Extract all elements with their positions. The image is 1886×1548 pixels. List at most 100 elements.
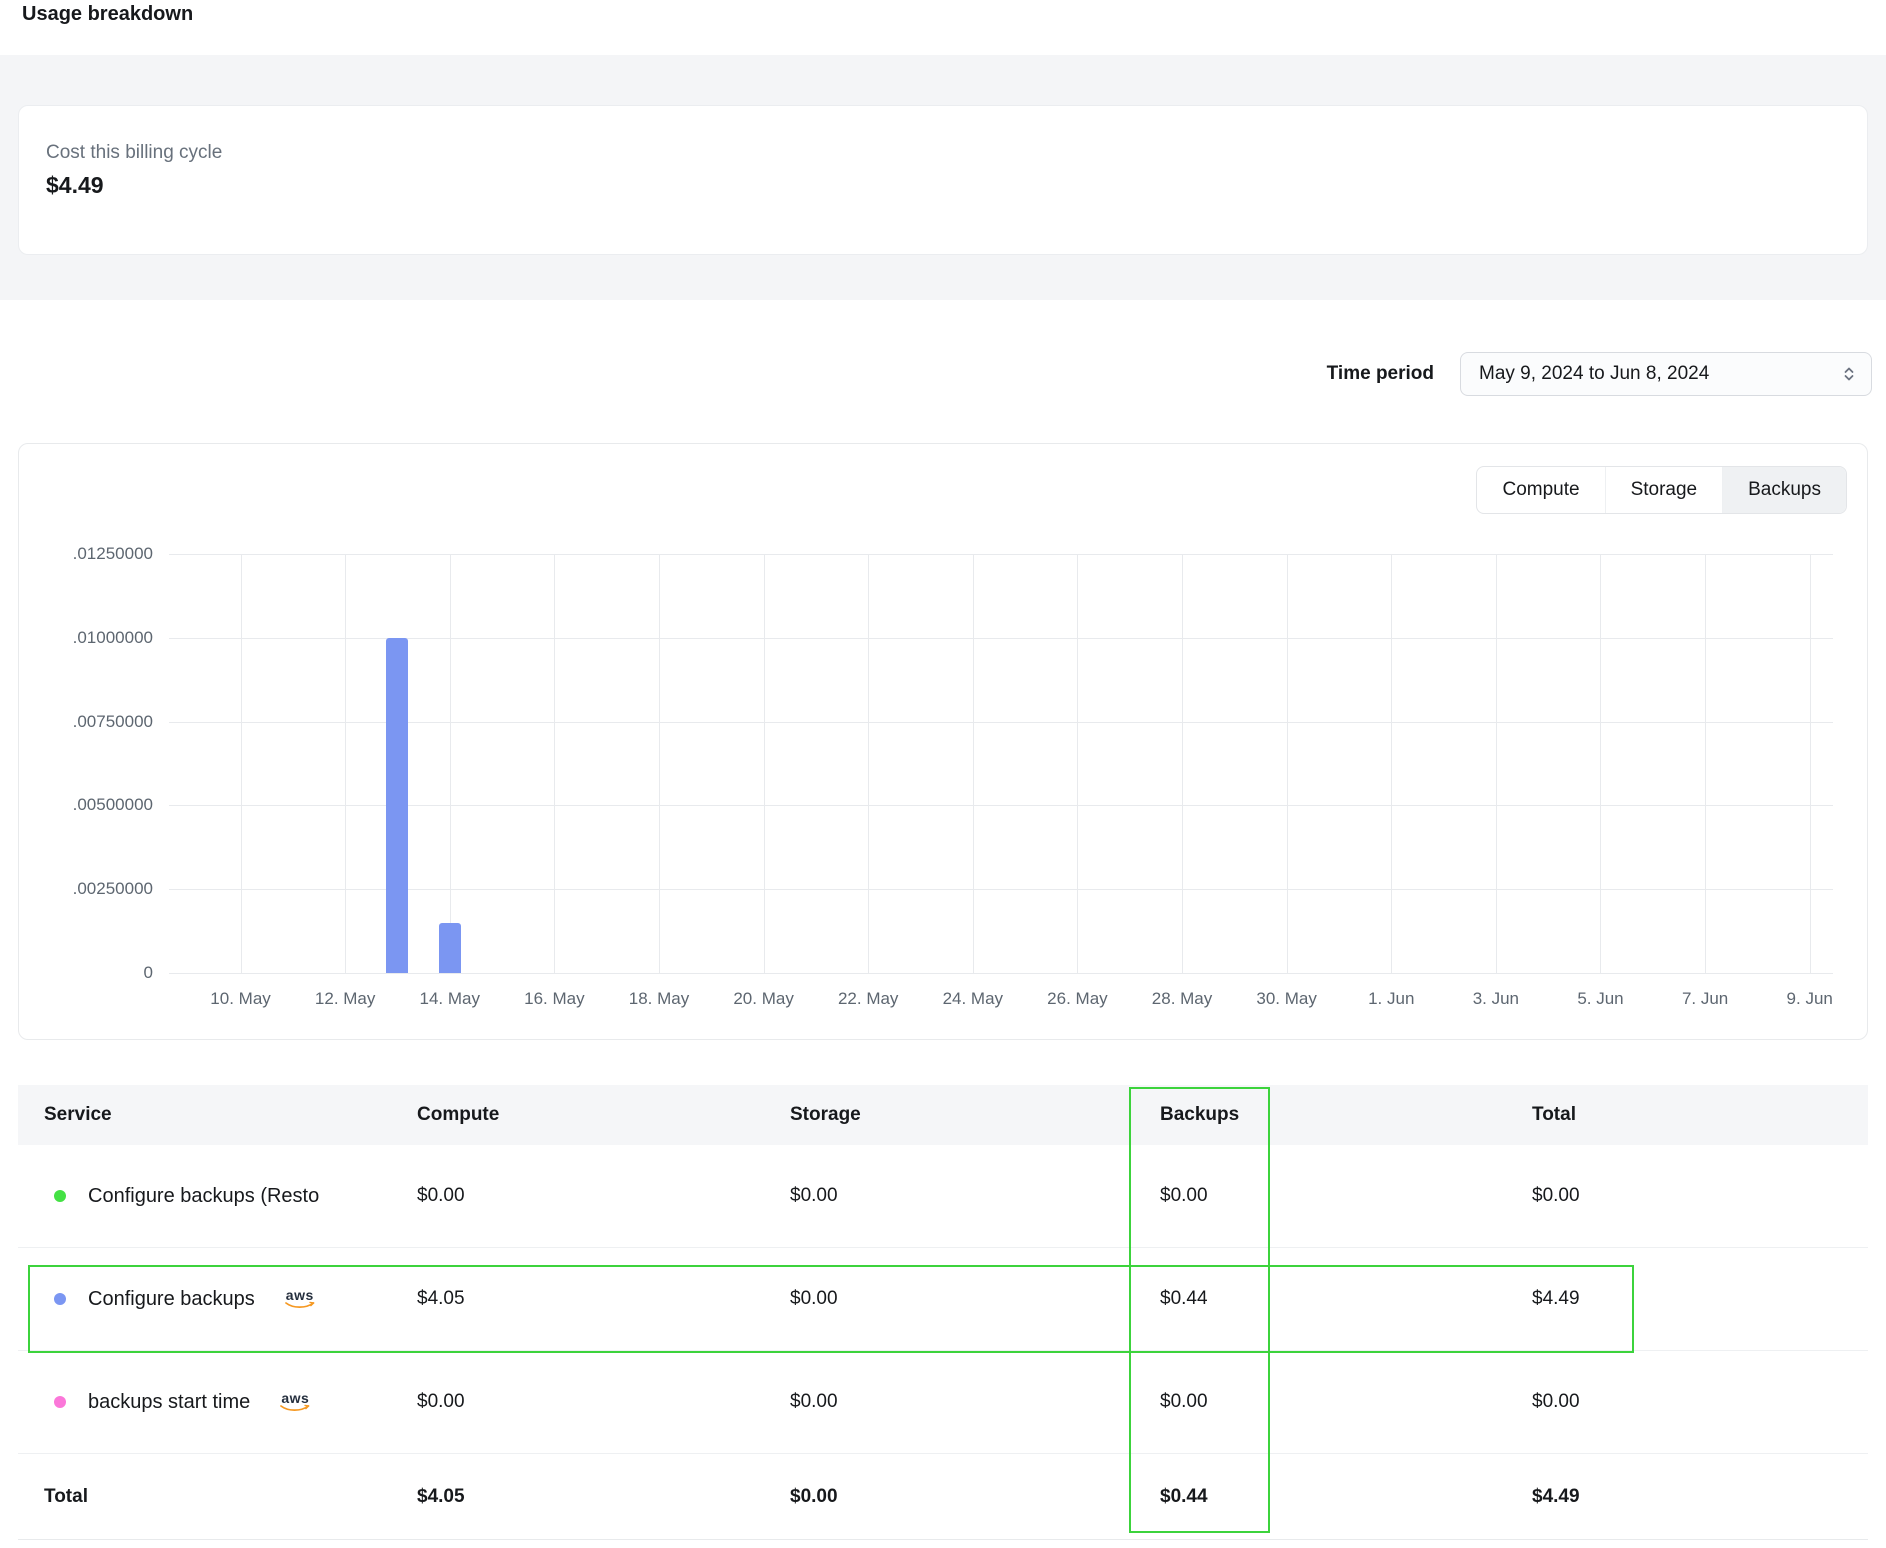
v-gridline xyxy=(1287,554,1288,973)
y-axis-tick: .01000000 xyxy=(19,628,153,648)
cell-compute: $0.00 xyxy=(417,1391,790,1413)
usage-chart-card: Compute Storage Backups .01250000 .010000… xyxy=(18,443,1868,1040)
v-gridline xyxy=(1496,554,1497,973)
v-gridline xyxy=(450,554,451,973)
total-storage: $0.00 xyxy=(790,1486,1160,1508)
aws-logo-text: aws xyxy=(286,1288,314,1302)
usage-table: Service Compute Storage Backups Total Co… xyxy=(18,1085,1868,1540)
x-axis-tick: 26. May xyxy=(1047,989,1107,1009)
chart-metric-tabs: Compute Storage Backups xyxy=(1476,466,1847,514)
chart-y-axis: .01250000.01000000.00750000.00500000.002… xyxy=(19,554,153,973)
x-axis-tick: 20. May xyxy=(733,989,793,1009)
service-cell: Configure backups (Resto xyxy=(18,1185,417,1208)
billing-summary-band: Cost this billing cycle $4.49 xyxy=(0,55,1886,300)
service-name: Configure backups (Resto xyxy=(88,1185,319,1208)
x-axis-tick: 10. May xyxy=(210,989,270,1009)
x-axis-tick: 1. Jun xyxy=(1368,989,1414,1009)
series-dot xyxy=(54,1190,66,1202)
v-gridline xyxy=(1391,554,1392,973)
tab-storage[interactable]: Storage xyxy=(1605,467,1723,513)
y-axis-tick: 0 xyxy=(19,963,153,983)
cost-cycle-label: Cost this billing cycle xyxy=(46,142,222,164)
col-header-service: Service xyxy=(18,1104,417,1126)
h-gridline xyxy=(169,638,1833,639)
chart-bar xyxy=(386,638,408,973)
total-label: Total xyxy=(18,1486,417,1508)
x-axis-tick: 12. May xyxy=(315,989,375,1009)
v-gridline xyxy=(659,554,660,973)
cell-backups: $0.00 xyxy=(1160,1391,1532,1413)
aws-logo: aws xyxy=(285,1288,315,1310)
service-name: Configure backups xyxy=(88,1288,255,1311)
table-row: Configure backups aws $4.05 $0.00 $0.44 … xyxy=(18,1248,1868,1351)
time-period-select[interactable]: May 9, 2024 to Jun 8, 2024 xyxy=(1460,352,1872,396)
cell-backups: $0.00 xyxy=(1160,1185,1532,1207)
x-axis-tick: 9. Jun xyxy=(1787,989,1833,1009)
cost-cycle-value: $4.49 xyxy=(46,172,104,199)
aws-smile-icon xyxy=(280,1404,310,1413)
x-axis-tick: 3. Jun xyxy=(1473,989,1519,1009)
h-gridline xyxy=(169,554,1833,555)
select-chevrons-icon xyxy=(1841,366,1857,382)
v-gridline xyxy=(1705,554,1706,973)
aws-logo-text: aws xyxy=(281,1391,309,1405)
tab-compute[interactable]: Compute xyxy=(1477,467,1604,513)
series-dot xyxy=(54,1396,66,1408)
tab-backups[interactable]: Backups xyxy=(1722,467,1846,513)
x-axis-tick: 5. Jun xyxy=(1577,989,1623,1009)
billing-cost-card: Cost this billing cycle $4.49 xyxy=(18,105,1868,255)
v-gridline xyxy=(554,554,555,973)
x-axis-tick: 28. May xyxy=(1152,989,1212,1009)
time-period-label: Time period xyxy=(1327,363,1434,385)
total-backups: $0.44 xyxy=(1160,1486,1532,1508)
y-axis-tick: .01250000 xyxy=(19,544,153,564)
y-axis-tick: .00750000 xyxy=(19,712,153,732)
v-gridline xyxy=(868,554,869,973)
page-title: Usage breakdown xyxy=(22,3,193,26)
v-gridline xyxy=(1810,554,1811,973)
h-gridline xyxy=(169,805,1833,806)
h-gridline xyxy=(169,889,1833,890)
cell-storage: $0.00 xyxy=(790,1391,1160,1413)
table-header: Service Compute Storage Backups Total xyxy=(18,1085,1868,1145)
col-header-storage: Storage xyxy=(790,1104,1160,1126)
x-axis-tick: 22. May xyxy=(838,989,898,1009)
x-axis-tick: 14. May xyxy=(420,989,480,1009)
v-gridline xyxy=(345,554,346,973)
chart-bar xyxy=(439,923,461,973)
series-dot xyxy=(54,1293,66,1305)
v-gridline xyxy=(1600,554,1601,973)
col-header-backups: Backups xyxy=(1160,1104,1532,1126)
table-row: backups start time aws $0.00 $0.00 $0.00… xyxy=(18,1351,1868,1454)
v-gridline xyxy=(764,554,765,973)
y-axis-tick: .00250000 xyxy=(19,879,153,899)
service-name: backups start time xyxy=(88,1391,250,1414)
col-header-compute: Compute xyxy=(417,1104,790,1126)
cell-backups: $0.44 xyxy=(1160,1288,1532,1310)
v-gridline xyxy=(1182,554,1183,973)
cell-storage: $0.00 xyxy=(790,1185,1160,1207)
x-axis-tick: 16. May xyxy=(524,989,584,1009)
v-gridline xyxy=(973,554,974,973)
x-axis-tick: 30. May xyxy=(1256,989,1316,1009)
aws-logo: aws xyxy=(280,1391,310,1413)
h-gridline xyxy=(169,722,1833,723)
table-total-row: Total $4.05 $0.00 $0.44 $4.49 xyxy=(18,1454,1868,1540)
x-axis-tick: 24. May xyxy=(943,989,1003,1009)
table-row: Configure backups (Resto $0.00 $0.00 $0.… xyxy=(18,1145,1868,1248)
x-axis-tick: 18. May xyxy=(629,989,689,1009)
service-cell: Configure backups aws xyxy=(18,1288,417,1311)
cell-total: $4.49 xyxy=(1532,1288,1868,1310)
aws-smile-icon xyxy=(285,1301,315,1310)
cell-total: $0.00 xyxy=(1532,1185,1868,1207)
h-gridline xyxy=(169,973,1833,974)
cell-compute: $4.05 xyxy=(417,1288,790,1310)
total-total: $4.49 xyxy=(1532,1486,1868,1508)
v-gridline xyxy=(241,554,242,973)
x-axis-tick: 7. Jun xyxy=(1682,989,1728,1009)
cell-compute: $0.00 xyxy=(417,1185,790,1207)
chart-x-axis: 10. May 12. May 14. May 16. May 18. May 20. M… xyxy=(169,989,1833,1019)
cell-storage: $0.00 xyxy=(790,1288,1160,1310)
time-period-value: May 9, 2024 to Jun 8, 2024 xyxy=(1479,363,1709,385)
v-gridline xyxy=(1077,554,1078,973)
